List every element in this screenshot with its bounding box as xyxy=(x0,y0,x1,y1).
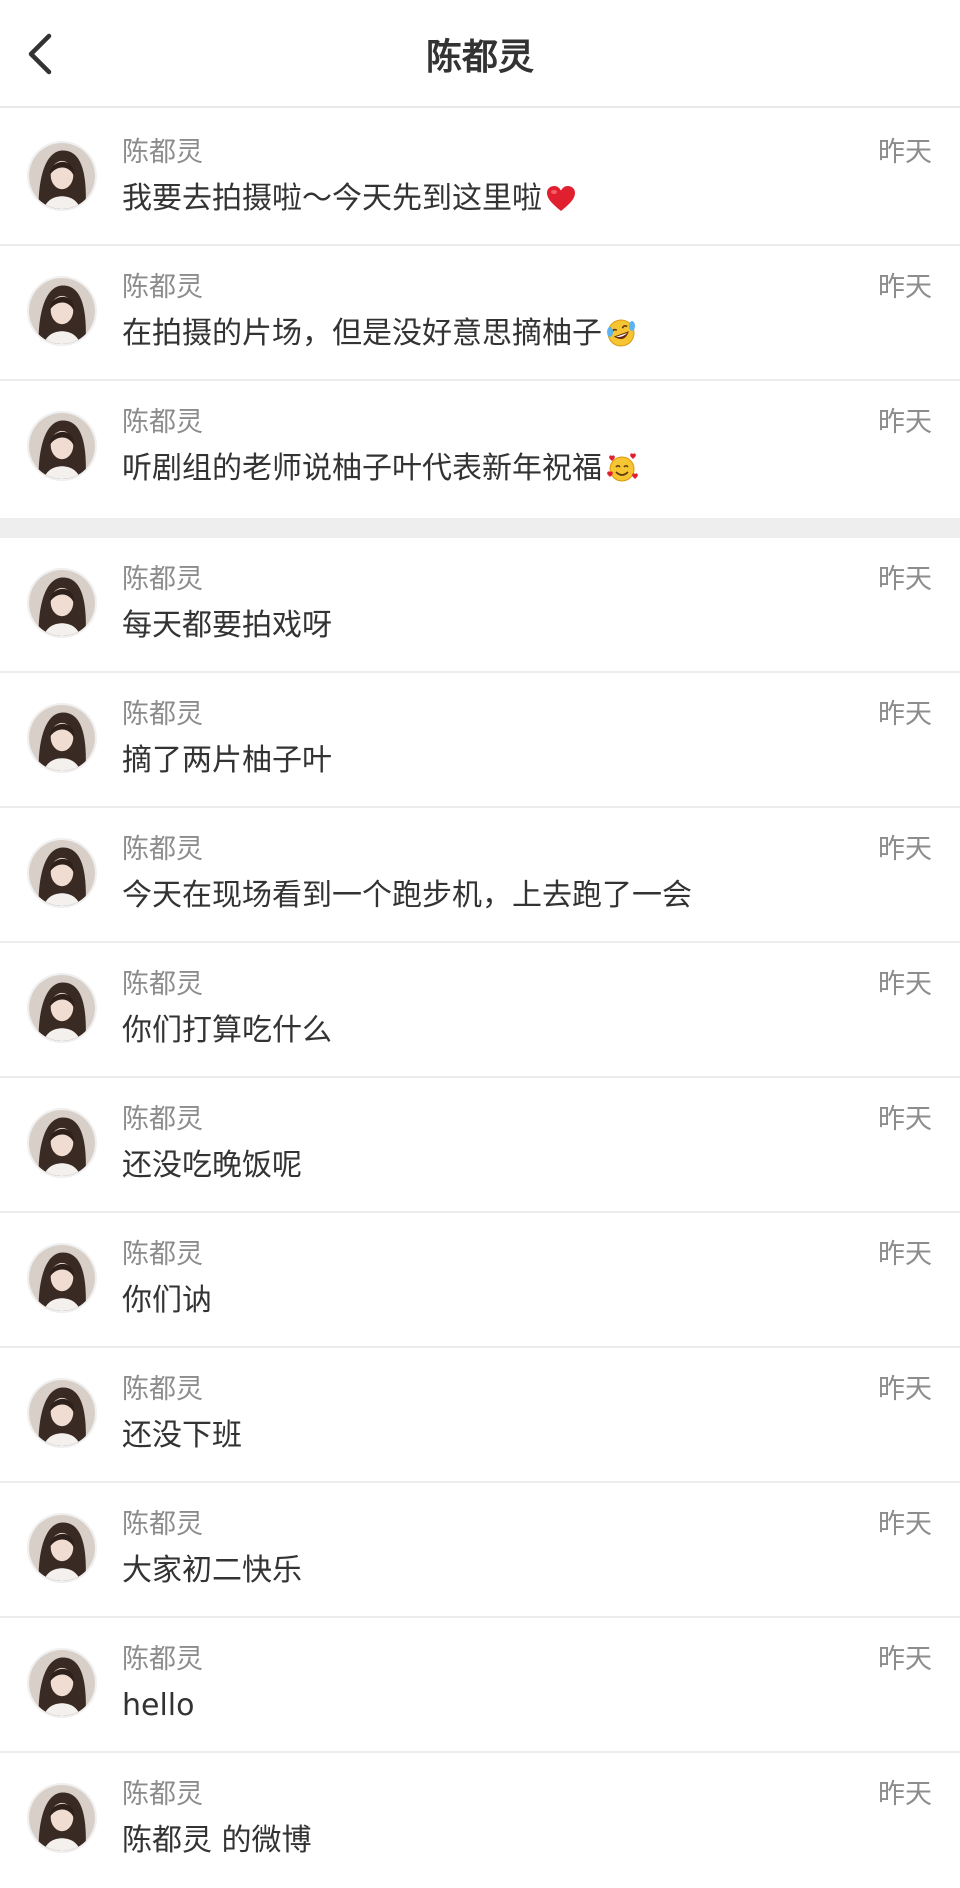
message-text: 陈都灵 的微博 xyxy=(122,1823,312,1858)
message-row[interactable]: 陈都灵 昨天 今天在现场看到一个跑步机，上去跑了一会 xyxy=(0,808,960,943)
sender-name: 陈都灵 xyxy=(122,969,203,1000)
message-row[interactable]: 陈都灵 昨天 陈都灵 的微博 xyxy=(0,1753,960,1888)
avatar[interactable] xyxy=(27,568,97,638)
sender-name: 陈都灵 xyxy=(122,834,203,865)
message-time: 昨天 xyxy=(878,564,932,595)
message-row[interactable]: 陈都灵 昨天 在拍摄的片场，但是没好意思摘柚子 xyxy=(0,246,960,381)
avatar[interactable] xyxy=(27,1243,97,1313)
message-list-group-1: 陈都灵 昨天 我要去拍摄啦～今天先到这里啦 陈都灵 昨天 在拍摄的片场，但是没好… xyxy=(0,111,960,516)
avatar[interactable] xyxy=(27,838,97,908)
message-time: 昨天 xyxy=(878,1239,932,1270)
message-text: 摘了两片柚子叶 xyxy=(122,743,332,778)
message-time: 昨天 xyxy=(878,1374,932,1405)
sender-name: 陈都灵 xyxy=(122,564,203,595)
message-text: 今天在现场看到一个跑步机，上去跑了一会 xyxy=(122,878,692,913)
message-text: 你们讷 xyxy=(122,1283,212,1318)
message-row[interactable]: 陈都灵 昨天 我要去拍摄啦～今天先到这里啦 xyxy=(0,111,960,246)
section-divider xyxy=(0,518,960,538)
sender-name: 陈都灵 xyxy=(122,1509,203,1540)
sender-name: 陈都灵 xyxy=(122,272,203,303)
sender-name: 陈都灵 xyxy=(122,1644,203,1675)
message-row[interactable]: 陈都灵 昨天 还没下班 xyxy=(0,1348,960,1483)
message-time: 昨天 xyxy=(878,1779,932,1810)
message-text: 每天都要拍戏呀 xyxy=(122,608,332,643)
avatar[interactable] xyxy=(27,276,97,346)
message-text: 大家初二快乐 xyxy=(122,1553,302,1588)
message-row[interactable]: 陈都灵 昨天 听剧组的老师说柚子叶代表新年祝福 xyxy=(0,381,960,516)
message-text: 听剧组的老师说柚子叶代表新年祝福 xyxy=(122,451,602,486)
message-preview: 在拍摄的片场，但是没好意思摘柚子 xyxy=(122,312,636,356)
message-row[interactable]: 陈都灵 昨天 还没吃晚饭呢 xyxy=(0,1078,960,1213)
avatar[interactable] xyxy=(27,973,97,1043)
avatar[interactable] xyxy=(27,1108,97,1178)
message-row[interactable]: 陈都灵 昨天 摘了两片柚子叶 xyxy=(0,673,960,808)
message-row[interactable]: 陈都灵 昨天 hello xyxy=(0,1618,960,1753)
message-time: 昨天 xyxy=(878,969,932,1000)
red-heart-emoji-icon xyxy=(546,185,576,213)
laughing-crying-face-emoji-icon xyxy=(606,318,636,348)
message-row[interactable]: 陈都灵 昨天 你们讷 xyxy=(0,1213,960,1348)
sender-name: 陈都灵 xyxy=(122,1779,203,1810)
sender-name: 陈都灵 xyxy=(122,1104,203,1135)
avatar[interactable] xyxy=(27,1513,97,1583)
message-row[interactable]: 陈都灵 昨天 你们打算吃什么 xyxy=(0,943,960,1078)
chevron-left-icon xyxy=(28,33,52,75)
message-time: 昨天 xyxy=(878,407,932,438)
message-time: 昨天 xyxy=(878,834,932,865)
avatar[interactable] xyxy=(27,1648,97,1718)
avatar[interactable] xyxy=(27,141,97,211)
sender-name: 陈都灵 xyxy=(122,699,203,730)
avatar[interactable] xyxy=(27,411,97,481)
avatar[interactable] xyxy=(27,1783,97,1853)
message-time: 昨天 xyxy=(878,137,932,168)
avatar[interactable] xyxy=(27,1378,97,1448)
message-row[interactable]: 陈都灵 昨天 每天都要拍戏呀 xyxy=(0,538,960,673)
message-text: 我要去拍摄啦～今天先到这里啦 xyxy=(122,181,542,216)
message-text: 在拍摄的片场，但是没好意思摘柚子 xyxy=(122,316,602,351)
message-text: hello xyxy=(122,1688,195,1723)
message-text: 你们打算吃什么 xyxy=(122,1013,332,1048)
message-time: 昨天 xyxy=(878,1509,932,1540)
avatar[interactable] xyxy=(27,703,97,773)
message-time: 昨天 xyxy=(878,1644,932,1675)
sender-name: 陈都灵 xyxy=(122,1374,203,1405)
message-text: 还没吃晚饭呢 xyxy=(122,1148,302,1183)
message-text: 还没下班 xyxy=(122,1418,242,1453)
sender-name: 陈都灵 xyxy=(122,407,203,438)
page-title: 陈都灵 xyxy=(425,37,534,78)
message-list-group-2: 陈都灵 昨天 每天都要拍戏呀 陈都灵 昨天 摘了两片柚子叶 陈都灵 昨天 今天在… xyxy=(0,538,960,1888)
message-preview: 我要去拍摄啦～今天先到这里啦 xyxy=(122,177,576,221)
nav-bar: 陈都灵 xyxy=(0,0,960,108)
back-button[interactable] xyxy=(10,22,70,86)
sender-name: 陈都灵 xyxy=(122,1239,203,1270)
message-row[interactable]: 陈都灵 昨天 大家初二快乐 xyxy=(0,1483,960,1618)
message-time: 昨天 xyxy=(878,1104,932,1135)
message-time: 昨天 xyxy=(878,699,932,730)
sender-name: 陈都灵 xyxy=(122,137,203,168)
smiling-face-with-hearts-emoji-icon xyxy=(606,453,638,483)
message-preview: 听剧组的老师说柚子叶代表新年祝福 xyxy=(122,447,638,491)
message-time: 昨天 xyxy=(878,272,932,303)
